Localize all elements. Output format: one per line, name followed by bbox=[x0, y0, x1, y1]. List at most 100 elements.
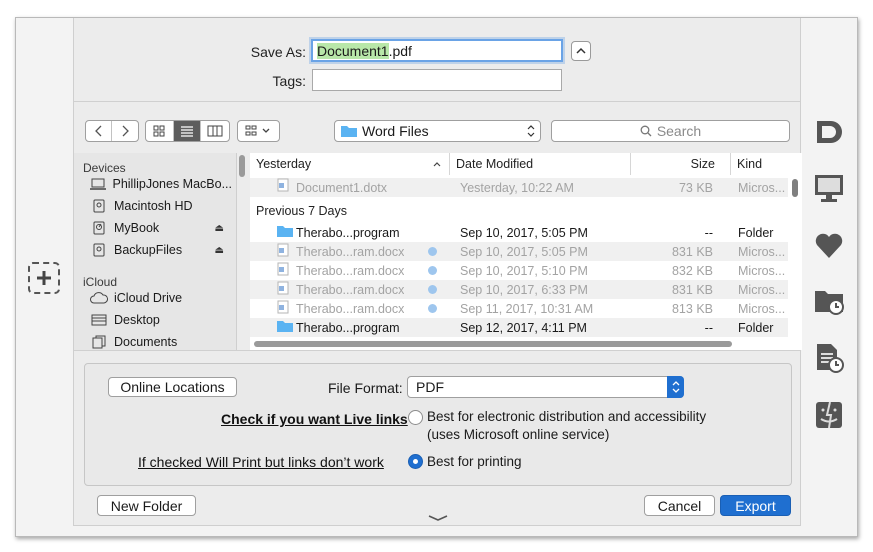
live-links-note: Check if you want Live links bbox=[221, 411, 408, 427]
divider bbox=[74, 101, 800, 102]
file-format-label: File Format: bbox=[328, 380, 403, 396]
location-popup[interactable]: Word Files bbox=[334, 120, 541, 142]
print-note: If checked Will Print but links don’t wo… bbox=[138, 454, 384, 470]
search-placeholder: Search bbox=[656, 123, 702, 139]
column-view-button[interactable] bbox=[201, 121, 229, 141]
laptop-icon bbox=[90, 177, 107, 191]
eject-icon[interactable]: ⏏ bbox=[215, 245, 224, 256]
view-mode-group bbox=[145, 120, 230, 142]
cloud-status-icon bbox=[428, 266, 437, 275]
doc-icon bbox=[277, 178, 289, 195]
doc-icon bbox=[277, 262, 289, 279]
arrange-button[interactable] bbox=[238, 121, 279, 141]
icon-view-button[interactable] bbox=[146, 121, 174, 141]
filename-extension: .pdf bbox=[388, 43, 412, 59]
back-forward-group bbox=[85, 120, 139, 142]
select-stepper bbox=[667, 376, 684, 398]
back-button[interactable] bbox=[86, 121, 112, 141]
external-disk-icon bbox=[90, 221, 108, 235]
recent-folder-icon[interactable] bbox=[813, 285, 845, 317]
recent-document-icon[interactable] bbox=[813, 342, 845, 374]
filelist-horizontal-scrollbar[interactable] bbox=[254, 341, 732, 347]
file-kind: Micros... bbox=[738, 180, 786, 195]
disk-icon bbox=[90, 199, 108, 213]
file-name: Therabo...ram.docx bbox=[296, 263, 405, 278]
sidebar-item-backupfiles[interactable]: BackupFiles ⏏ bbox=[90, 240, 232, 260]
search-icon bbox=[640, 125, 652, 137]
icon-view-icon bbox=[153, 125, 165, 137]
file-size: -- bbox=[704, 320, 713, 335]
file-row[interactable]: Therabo...ram.docx Sep 10, 2017, 6:33 PM 8… bbox=[250, 280, 788, 299]
doc-icon bbox=[277, 300, 289, 317]
file-date: Sep 11, 2017, 10:31 AM bbox=[460, 301, 594, 316]
group-label-previous-7-days: Previous 7 Days bbox=[256, 204, 348, 218]
drive-d-icon[interactable] bbox=[813, 116, 845, 148]
cloud-icon bbox=[90, 291, 108, 305]
sidebar-item-desktop[interactable]: Desktop bbox=[90, 310, 232, 330]
file-size: 832 KB bbox=[671, 263, 713, 278]
add-button[interactable] bbox=[28, 262, 60, 294]
electronic-distribution-radio[interactable] bbox=[408, 410, 423, 425]
file-row[interactable]: Document1.dotx Yesterday, 10:22 AM 73 KB… bbox=[250, 178, 788, 197]
sidebar-item-mybook[interactable]: MyBook ⏏ bbox=[90, 218, 232, 238]
list-view-button[interactable] bbox=[173, 121, 202, 141]
divider bbox=[74, 350, 800, 351]
folder-row[interactable]: Therabo...program Sep 12, 2017, 4:11 PM --… bbox=[250, 318, 788, 337]
list-view-icon bbox=[181, 126, 193, 137]
doc-icon bbox=[277, 243, 289, 260]
column-header-name[interactable]: Yesterday bbox=[250, 153, 450, 175]
file-date: Sep 10, 2017, 6:33 PM bbox=[460, 282, 588, 297]
column-header-kind[interactable]: Kind bbox=[731, 153, 802, 175]
folder-row[interactable]: Therabo...program Sep 10, 2017, 5:05 PM --… bbox=[250, 223, 788, 242]
tags-field[interactable] bbox=[312, 69, 562, 91]
sidebar-item-macintosh-hd[interactable]: Macintosh HD bbox=[90, 196, 232, 216]
forward-button[interactable] bbox=[112, 121, 138, 141]
column-header-size[interactable]: Size bbox=[631, 153, 731, 175]
file-name: Therabo...ram.docx bbox=[296, 282, 405, 297]
column-kind-label: Kind bbox=[737, 157, 763, 171]
chevron-right-icon bbox=[122, 125, 129, 137]
file-format-value: PDF bbox=[416, 379, 444, 395]
sidebar-scrollbar[interactable] bbox=[239, 155, 245, 177]
new-folder-button[interactable]: New Folder bbox=[97, 495, 196, 516]
collapse-button[interactable] bbox=[571, 41, 591, 61]
sidebar-item-label: iCloud Drive bbox=[114, 291, 183, 305]
finder-icon[interactable] bbox=[813, 399, 845, 431]
column-header-date[interactable]: Date Modified bbox=[450, 153, 631, 175]
file-row[interactable]: Therabo...ram.docx Sep 10, 2017, 5:10 PM 8… bbox=[250, 261, 788, 280]
chevron-up-icon bbox=[576, 47, 586, 54]
file-date: Sep 12, 2017, 4:11 PM bbox=[460, 320, 587, 335]
right-panel bbox=[799, 18, 857, 536]
cancel-button[interactable]: Cancel bbox=[644, 495, 715, 516]
sidebar-item-label: MyBook bbox=[114, 221, 160, 235]
sidebar-item-macbook[interactable]: PhillipJones MacBo... bbox=[90, 174, 232, 194]
file-size: 813 KB bbox=[671, 301, 713, 316]
file-name: Document1.dotx bbox=[296, 180, 388, 195]
file-format-select[interactable]: PDF bbox=[407, 376, 684, 398]
online-locations-button[interactable]: Online Locations bbox=[108, 377, 237, 397]
arrange-icon bbox=[245, 125, 269, 136]
file-kind: Micros... bbox=[738, 244, 786, 259]
file-name: Therabo...program bbox=[296, 320, 400, 335]
save-dialog: Save As: Document1.pdf Tags: Word Files bbox=[73, 18, 802, 526]
sidebar-item-documents[interactable]: Documents bbox=[90, 332, 232, 350]
filelist-vertical-scrollbar[interactable] bbox=[792, 179, 798, 197]
arrange-group bbox=[237, 120, 280, 142]
export-button[interactable]: Export bbox=[720, 495, 791, 516]
save-as-label: Save As: bbox=[250, 44, 306, 60]
best-for-printing-radio[interactable] bbox=[408, 454, 423, 469]
updown-chevron-icon bbox=[672, 381, 679, 393]
file-kind: Micros... bbox=[738, 263, 786, 278]
file-kind: Folder bbox=[738, 225, 774, 240]
expand-handle[interactable] bbox=[428, 510, 448, 525]
file-row[interactable]: Therabo...ram.docx Sep 10, 2017, 5:05 PM 8… bbox=[250, 242, 788, 261]
monitor-icon[interactable] bbox=[813, 172, 845, 204]
heart-icon[interactable] bbox=[813, 230, 845, 262]
filename-field[interactable]: Document1.pdf bbox=[311, 39, 563, 62]
file-row[interactable]: Therabo...ram.docx Sep 11, 2017, 10:31 AM… bbox=[250, 299, 788, 318]
option2-label: Best for printing bbox=[427, 454, 522, 469]
search-field[interactable]: Search bbox=[551, 120, 790, 142]
cloud-status-icon bbox=[428, 304, 437, 313]
sidebar-item-icloud-drive[interactable]: iCloud Drive bbox=[90, 288, 232, 308]
eject-icon[interactable]: ⏏ bbox=[215, 223, 224, 234]
